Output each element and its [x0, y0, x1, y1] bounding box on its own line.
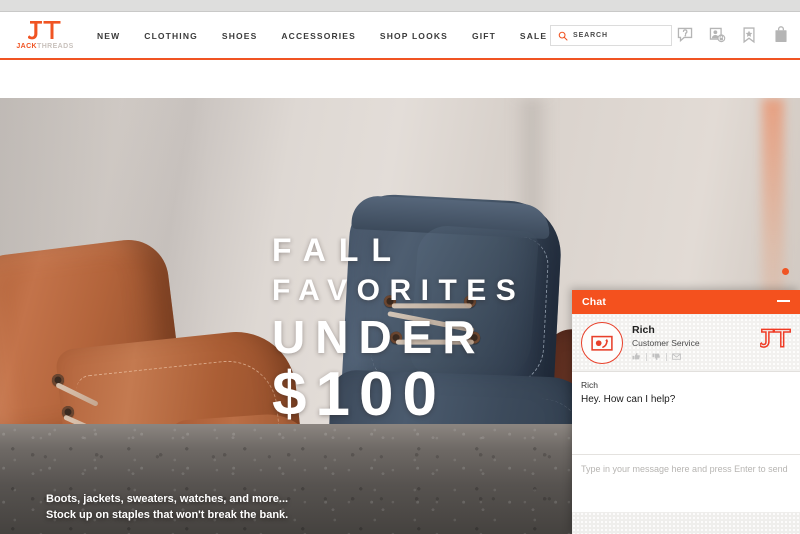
bookmark-star-icon[interactable]	[740, 25, 758, 45]
agent-avatar-icon	[591, 335, 613, 351]
chat-message-input[interactable]	[581, 463, 791, 497]
chat-footer	[572, 512, 800, 534]
help-chat-icon[interactable]	[676, 25, 694, 45]
logo-word-threads: THREADS	[37, 43, 74, 50]
header-spacer	[0, 60, 800, 98]
chat-input-area[interactable]	[572, 454, 800, 512]
nav-item-gift[interactable]: GIFT	[460, 31, 508, 41]
jt-monogram-icon	[28, 21, 61, 40]
shopping-bag-icon[interactable]	[772, 25, 790, 45]
search-icon	[558, 31, 568, 41]
chat-minimize-button[interactable]	[777, 300, 790, 302]
nav-item-accessories[interactable]: ACCESSORIES	[269, 31, 368, 41]
chat-message: Rich Hey. How can I help?	[581, 379, 791, 407]
search-input[interactable]	[573, 32, 665, 39]
logo-word-jack: JACK	[16, 43, 38, 50]
hero-headline: FALL FAVORITES UNDER $100	[272, 234, 532, 426]
chat-agent-role: Customer Service	[632, 338, 700, 349]
jt-logo-mark	[14, 18, 76, 42]
chat-message-log: Rich Hey. How can I help?	[572, 372, 800, 454]
chat-agent-actions	[632, 352, 700, 361]
hero-headline-line-3: UNDER	[272, 311, 486, 363]
thumbs-down-icon[interactable]	[652, 352, 661, 361]
nav-item-new[interactable]: NEW	[85, 31, 132, 41]
site-logo[interactable]: JACKTHREADS	[14, 18, 76, 56]
chat-title: Chat	[582, 296, 607, 308]
hero-caption: Boots, jackets, sweaters, watches, and m…	[46, 493, 289, 522]
hero-headline-line-1: FALL	[272, 232, 404, 268]
search-box[interactable]	[550, 25, 672, 46]
hero-headline-line-2: FAVORITES	[272, 274, 526, 307]
nav-item-shoes[interactable]: SHOES	[210, 31, 270, 41]
main-navigation: NEW CLOTHING SHOES ACCESSORIES SHOP LOOK…	[85, 13, 559, 58]
logo-wordmark: JACKTHREADS	[14, 43, 76, 50]
chat-agent-name: Rich	[632, 323, 655, 336]
chat-message-text: Hey. How can I help?	[581, 393, 676, 405]
action-divider-2	[666, 352, 667, 361]
action-divider-1	[646, 352, 647, 361]
chat-header: Chat	[572, 290, 800, 314]
chat-agent-meta: Rich Customer Service	[632, 324, 700, 362]
site-header: JACKTHREADS NEW CLOTHING SHOES ACCESSORI…	[0, 13, 800, 60]
chat-agent-card: Rich Customer Service	[572, 314, 800, 372]
carousel-dot-1[interactable]	[782, 268, 789, 275]
account-lock-icon[interactable]	[708, 25, 726, 45]
chat-widget[interactable]: Chat Rich Customer Service Rich Hey. How…	[572, 290, 800, 534]
hero-headline-line-4: $100	[272, 360, 446, 429]
avatar	[581, 321, 623, 364]
email-transcript-icon[interactable]	[672, 352, 681, 361]
thumbs-up-icon[interactable]	[632, 352, 641, 361]
chat-brand-watermark-icon	[760, 328, 791, 348]
browser-chrome-bar	[0, 0, 800, 12]
nav-item-clothing[interactable]: CLOTHING	[132, 31, 210, 41]
nav-item-shop-looks[interactable]: SHOP LOOKS	[368, 31, 460, 41]
chat-message-author: Rich	[581, 380, 599, 390]
header-icon-group	[676, 25, 790, 45]
